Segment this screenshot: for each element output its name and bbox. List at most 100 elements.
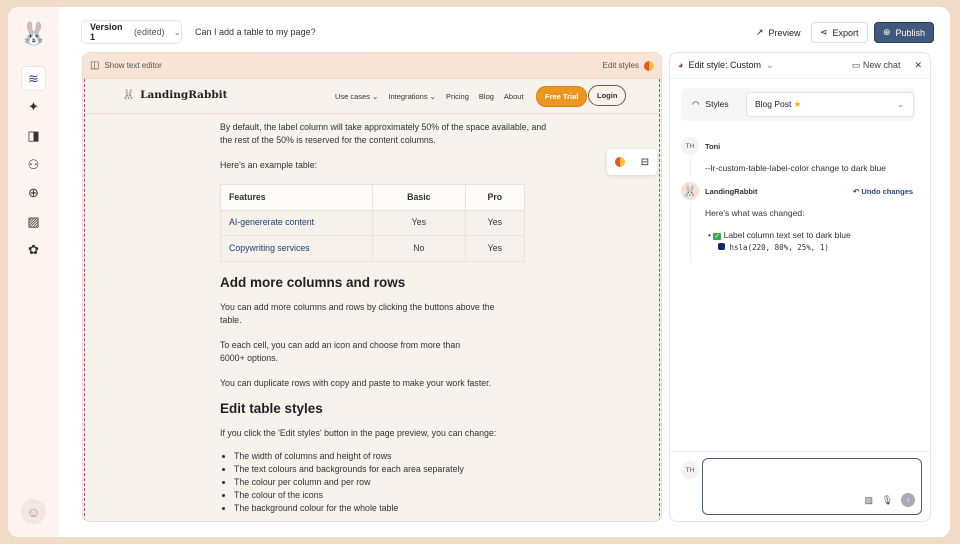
close-icon[interactable]: ✕ xyxy=(914,60,922,71)
block-toolbar: ⊟ xyxy=(607,149,657,175)
list-item: The text colours and backgrounds for eac… xyxy=(234,463,550,476)
image-icon[interactable]: ▨ xyxy=(21,209,46,234)
palette-icon: ◕ xyxy=(678,60,684,70)
avatar: TH xyxy=(681,137,699,155)
chevron-down-icon: ⌄ xyxy=(896,99,904,109)
color-value-row: hsla(220, 80%, 25%, 1) xyxy=(718,243,829,252)
nav-use-cases[interactable]: Use cases ⌄ xyxy=(335,92,378,101)
color-value: hsla(220, 80%, 25%, 1) xyxy=(729,243,829,252)
chat-header: ◕ Edit style: Custom ⌄ ▭ New chat ✕ xyxy=(670,53,930,79)
table-cell: Copywriting services xyxy=(220,235,373,262)
table-cell: Yes xyxy=(464,235,526,262)
nav-label: Integrations xyxy=(388,92,428,101)
styles-select[interactable]: Blog Post ★ ⌄ xyxy=(746,92,914,117)
list-item: The background colour for the whole tabl… xyxy=(234,502,550,515)
table-cell: No xyxy=(372,235,466,262)
bot-intro: Here's what was changed: xyxy=(705,208,805,218)
palette-dot-icon[interactable] xyxy=(614,157,625,167)
users-icon[interactable]: ⚇ xyxy=(21,152,46,177)
list-item: The colour of the icons xyxy=(234,489,550,502)
export-label: Export xyxy=(832,27,859,38)
section-heading: Edit table styles xyxy=(220,400,323,416)
globe-icon: ⊕ xyxy=(883,27,891,37)
site-nav: 🐰 LandingRabbit Use cases ⌄ Integrations … xyxy=(85,79,659,114)
undo-icon: ↶ xyxy=(853,187,860,196)
bot-name: LandingRabbit xyxy=(705,187,758,196)
list-item: The colour per column and per row xyxy=(234,476,550,489)
paragraph: By default, the label column will take a… xyxy=(220,122,547,145)
app-window: 🐰 ≋ ✦ ◨ ⚇ ⊕ ▨ ✿ ☺ Version 1 (edited) ⌄ Can… xyxy=(8,7,950,537)
site-brand[interactable]: 🐰 LandingRabbit xyxy=(122,88,228,102)
table-header: Basic xyxy=(372,184,466,211)
chat-panel: ◕ Edit style: Custom ⌄ ▭ New chat ✕ ◠ Styles… xyxy=(669,52,931,522)
share-icon: ⋖ xyxy=(820,27,828,37)
article-content: By default, the label column will take a… xyxy=(220,121,550,515)
chevron-down-icon: ⌄ xyxy=(173,26,181,37)
microphone-icon[interactable]: 🎙 xyxy=(882,495,893,506)
preview-header: ◫ Show text editor Edit styles xyxy=(83,53,661,79)
sparkles-icon[interactable]: ✦ xyxy=(21,94,46,119)
send-icon[interactable]: ↑ xyxy=(901,493,915,507)
chevron-down-icon: ⌄ xyxy=(765,60,774,70)
preview-frame: 🐰 LandingRabbit Use cases ⌄ Integrations … xyxy=(84,79,660,521)
new-chat-button[interactable]: ▭ New chat xyxy=(852,60,901,71)
new-chat-label: New chat xyxy=(862,60,901,70)
paragraph: You can duplicate rows with copy and pas… xyxy=(220,377,492,388)
nav-label: Use cases xyxy=(335,92,371,101)
palette-dot-icon xyxy=(644,60,654,71)
export-button[interactable]: ⋖ Export xyxy=(811,22,868,43)
page-preview: ◫ Show text editor Edit styles 🐰 LandingRa… xyxy=(82,52,662,522)
bag-icon: ◠ xyxy=(692,99,700,109)
paragraph: Here's an example table: xyxy=(220,160,318,170)
table-cell: Yes xyxy=(464,209,526,236)
layout-icon[interactable]: ⊟ xyxy=(641,157,649,168)
paragraph: If you click the 'Edit styles' button in… xyxy=(220,427,497,438)
undo-changes-button[interactable]: ↶ Undo changes xyxy=(853,187,913,196)
star-icon: ★ xyxy=(793,99,802,109)
edit-style-select[interactable]: ◕ Edit style: Custom ⌄ xyxy=(678,60,774,71)
brush-icon[interactable]: ◨ xyxy=(21,123,46,148)
preview-button[interactable]: ↗ Preview xyxy=(748,22,809,43)
edit-styles-button[interactable]: Edit styles xyxy=(602,60,654,71)
chat-input[interactable]: ▨ 🎙 ↑ xyxy=(702,458,922,515)
nav-integrations[interactable]: Integrations ⌄ xyxy=(388,92,436,101)
external-link-icon: ↗ xyxy=(756,27,764,37)
sidebar: 🐰 ≋ ✦ ◨ ⚇ ⊕ ▨ ✿ ☺ xyxy=(8,7,59,537)
thread-line xyxy=(690,157,691,177)
smile-icon[interactable]: ☺ xyxy=(21,499,46,524)
edit-styles-label: Edit styles xyxy=(602,61,639,70)
rabbit-logo-icon[interactable]: 🐰 xyxy=(20,21,47,47)
publish-label: Publish xyxy=(895,27,926,38)
divider xyxy=(670,451,930,452)
avatar: TH xyxy=(681,461,699,479)
feature-list: The width of columns and height of rows … xyxy=(220,450,550,515)
nav-pricing[interactable]: Pricing xyxy=(446,92,469,101)
nav-about[interactable]: About xyxy=(504,92,524,101)
nav-blog[interactable]: Blog xyxy=(479,92,494,101)
section-heading: Add more columns and rows xyxy=(220,274,406,290)
list-item: The width of columns and height of rows xyxy=(234,450,550,463)
layers-icon[interactable]: ≋ xyxy=(21,66,46,91)
image-icon[interactable]: ▨ xyxy=(864,495,873,506)
version-label: Version 1 xyxy=(90,22,123,42)
show-text-editor-button[interactable]: ◫ Show text editor xyxy=(90,60,162,71)
table-header: Pro xyxy=(464,184,526,211)
example-table: Features Basic Pro AI-genererate content Ye… xyxy=(220,184,526,262)
table-header-row: Features Basic Pro xyxy=(220,184,526,211)
thread-line xyxy=(690,203,691,263)
show-text-editor-label: Show text editor xyxy=(104,61,162,70)
change-text: Label column text set to dark blue xyxy=(723,230,851,240)
free-trial-button[interactable]: Free Trial xyxy=(536,86,588,107)
columns-icon: ◫ xyxy=(90,60,100,71)
puzzle-icon[interactable]: ✿ xyxy=(21,237,46,262)
chat-bubble-icon: ▭ xyxy=(851,60,861,70)
table-cell: Yes xyxy=(372,209,466,236)
globe-icon[interactable]: ⊕ xyxy=(21,180,46,205)
publish-button[interactable]: ⊕ Publish xyxy=(874,22,935,43)
styles-label: Styles xyxy=(705,99,729,109)
paragraph: To each cell, you can add an icon and ch… xyxy=(220,339,461,363)
page-question: Can I add a table to my page? xyxy=(195,27,316,37)
version-select[interactable]: Version 1 (edited) ⌄ xyxy=(81,20,182,44)
color-swatch xyxy=(718,243,725,250)
login-button[interactable]: Login xyxy=(588,85,627,106)
